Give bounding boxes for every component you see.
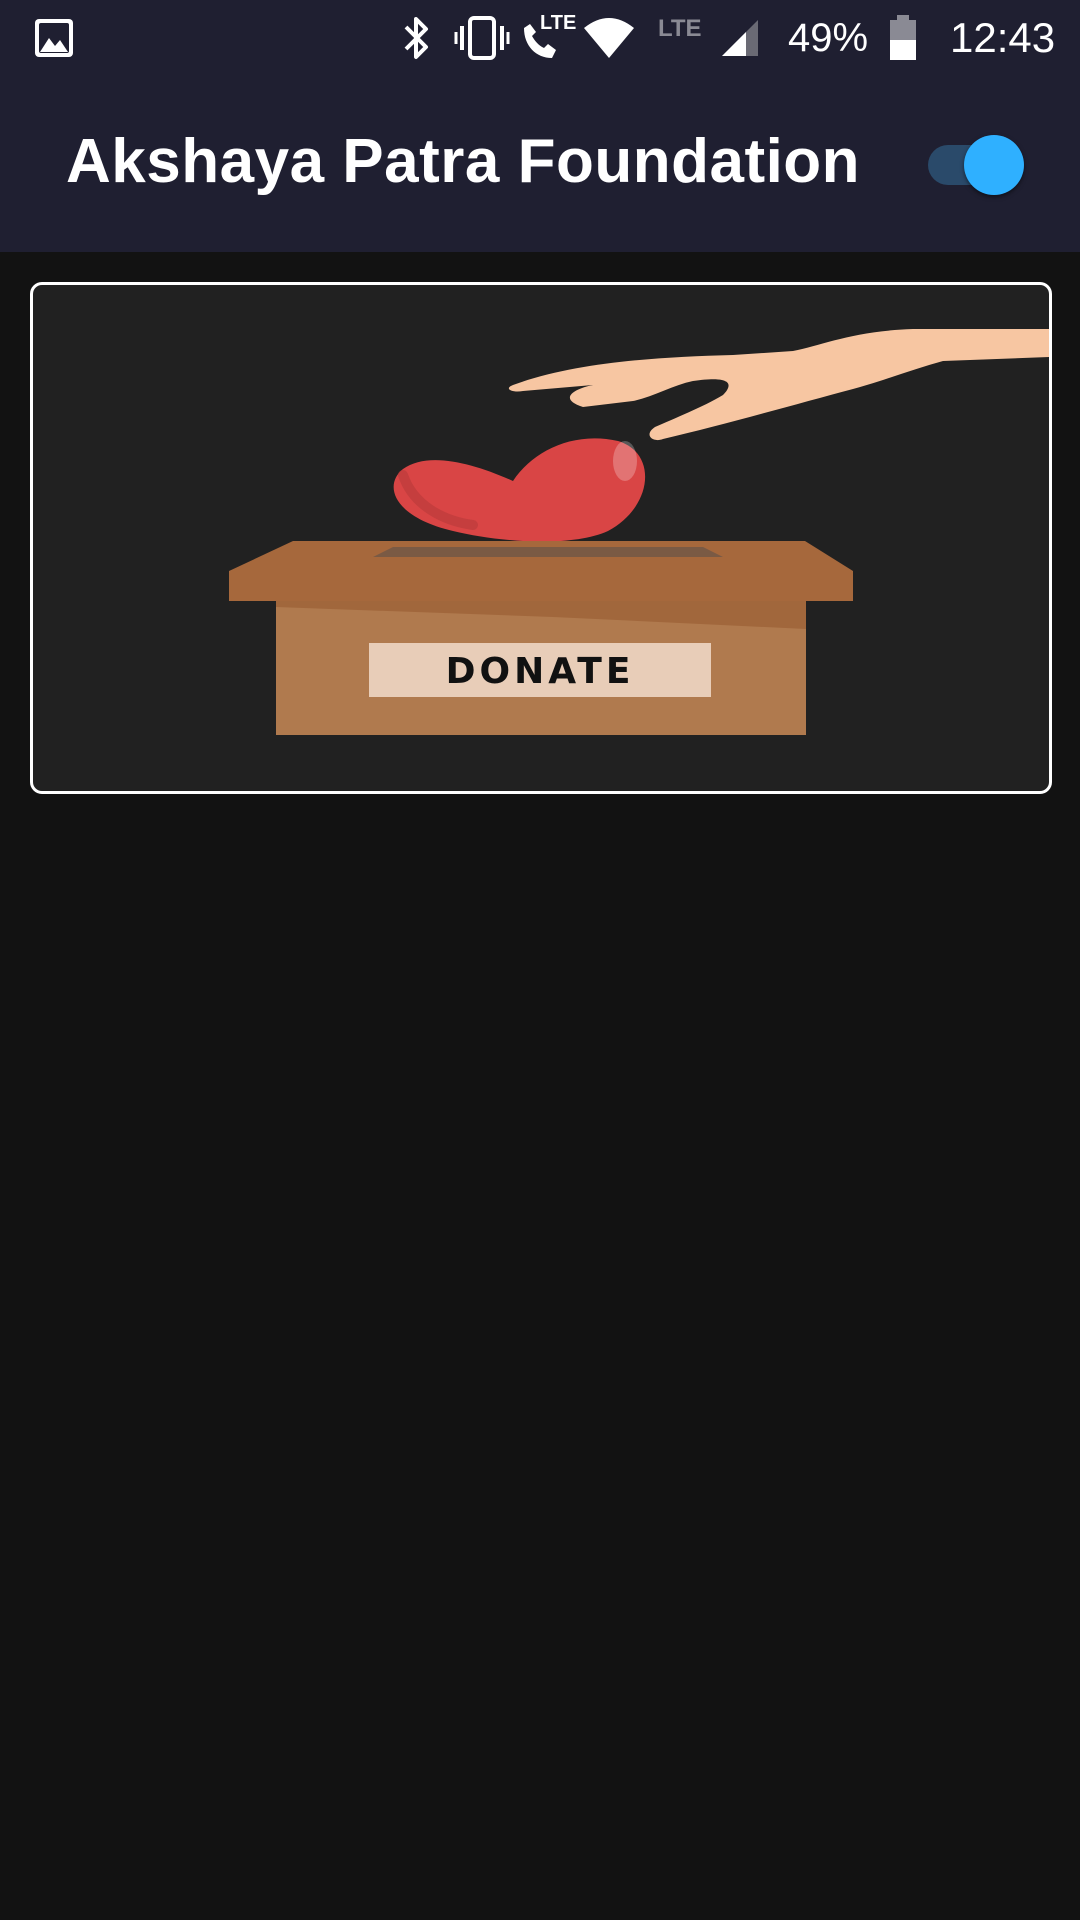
app-title: Akshaya Patra Foundation — [66, 127, 861, 196]
donate-illustration: DONATE — [229, 329, 1049, 735]
battery-icon — [888, 0, 918, 76]
theme-toggle[interactable] — [928, 133, 1024, 197]
bluetooth-icon — [400, 0, 434, 76]
lte-data-label: LTE — [658, 15, 702, 42]
toggle-thumb — [964, 135, 1024, 195]
wifi-icon — [582, 0, 636, 76]
heart-icon — [393, 438, 646, 542]
donate-label: DONATE — [446, 651, 635, 692]
hand-icon — [508, 329, 1049, 441]
gallery-icon — [34, 0, 74, 76]
battery-percent: 49% — [788, 15, 869, 60]
lte-call-icon: LTE — [518, 0, 576, 76]
lte-call-label: LTE — [540, 12, 577, 34]
main-content: DONATE — [0, 252, 1080, 1920]
signal-icon — [720, 0, 760, 76]
donation-box-icon: DONATE — [229, 541, 853, 735]
status-bar: LTE LTE 49% 12:43 — [0, 0, 1080, 76]
lte-data-icon: LTE — [658, 0, 702, 76]
vibrate-icon — [454, 0, 510, 76]
donate-image-card[interactable]: DONATE — [30, 282, 1052, 794]
app-bar: Akshaya Patra Foundation — [0, 76, 1080, 252]
clock-time: 12:43 — [950, 14, 1056, 61]
